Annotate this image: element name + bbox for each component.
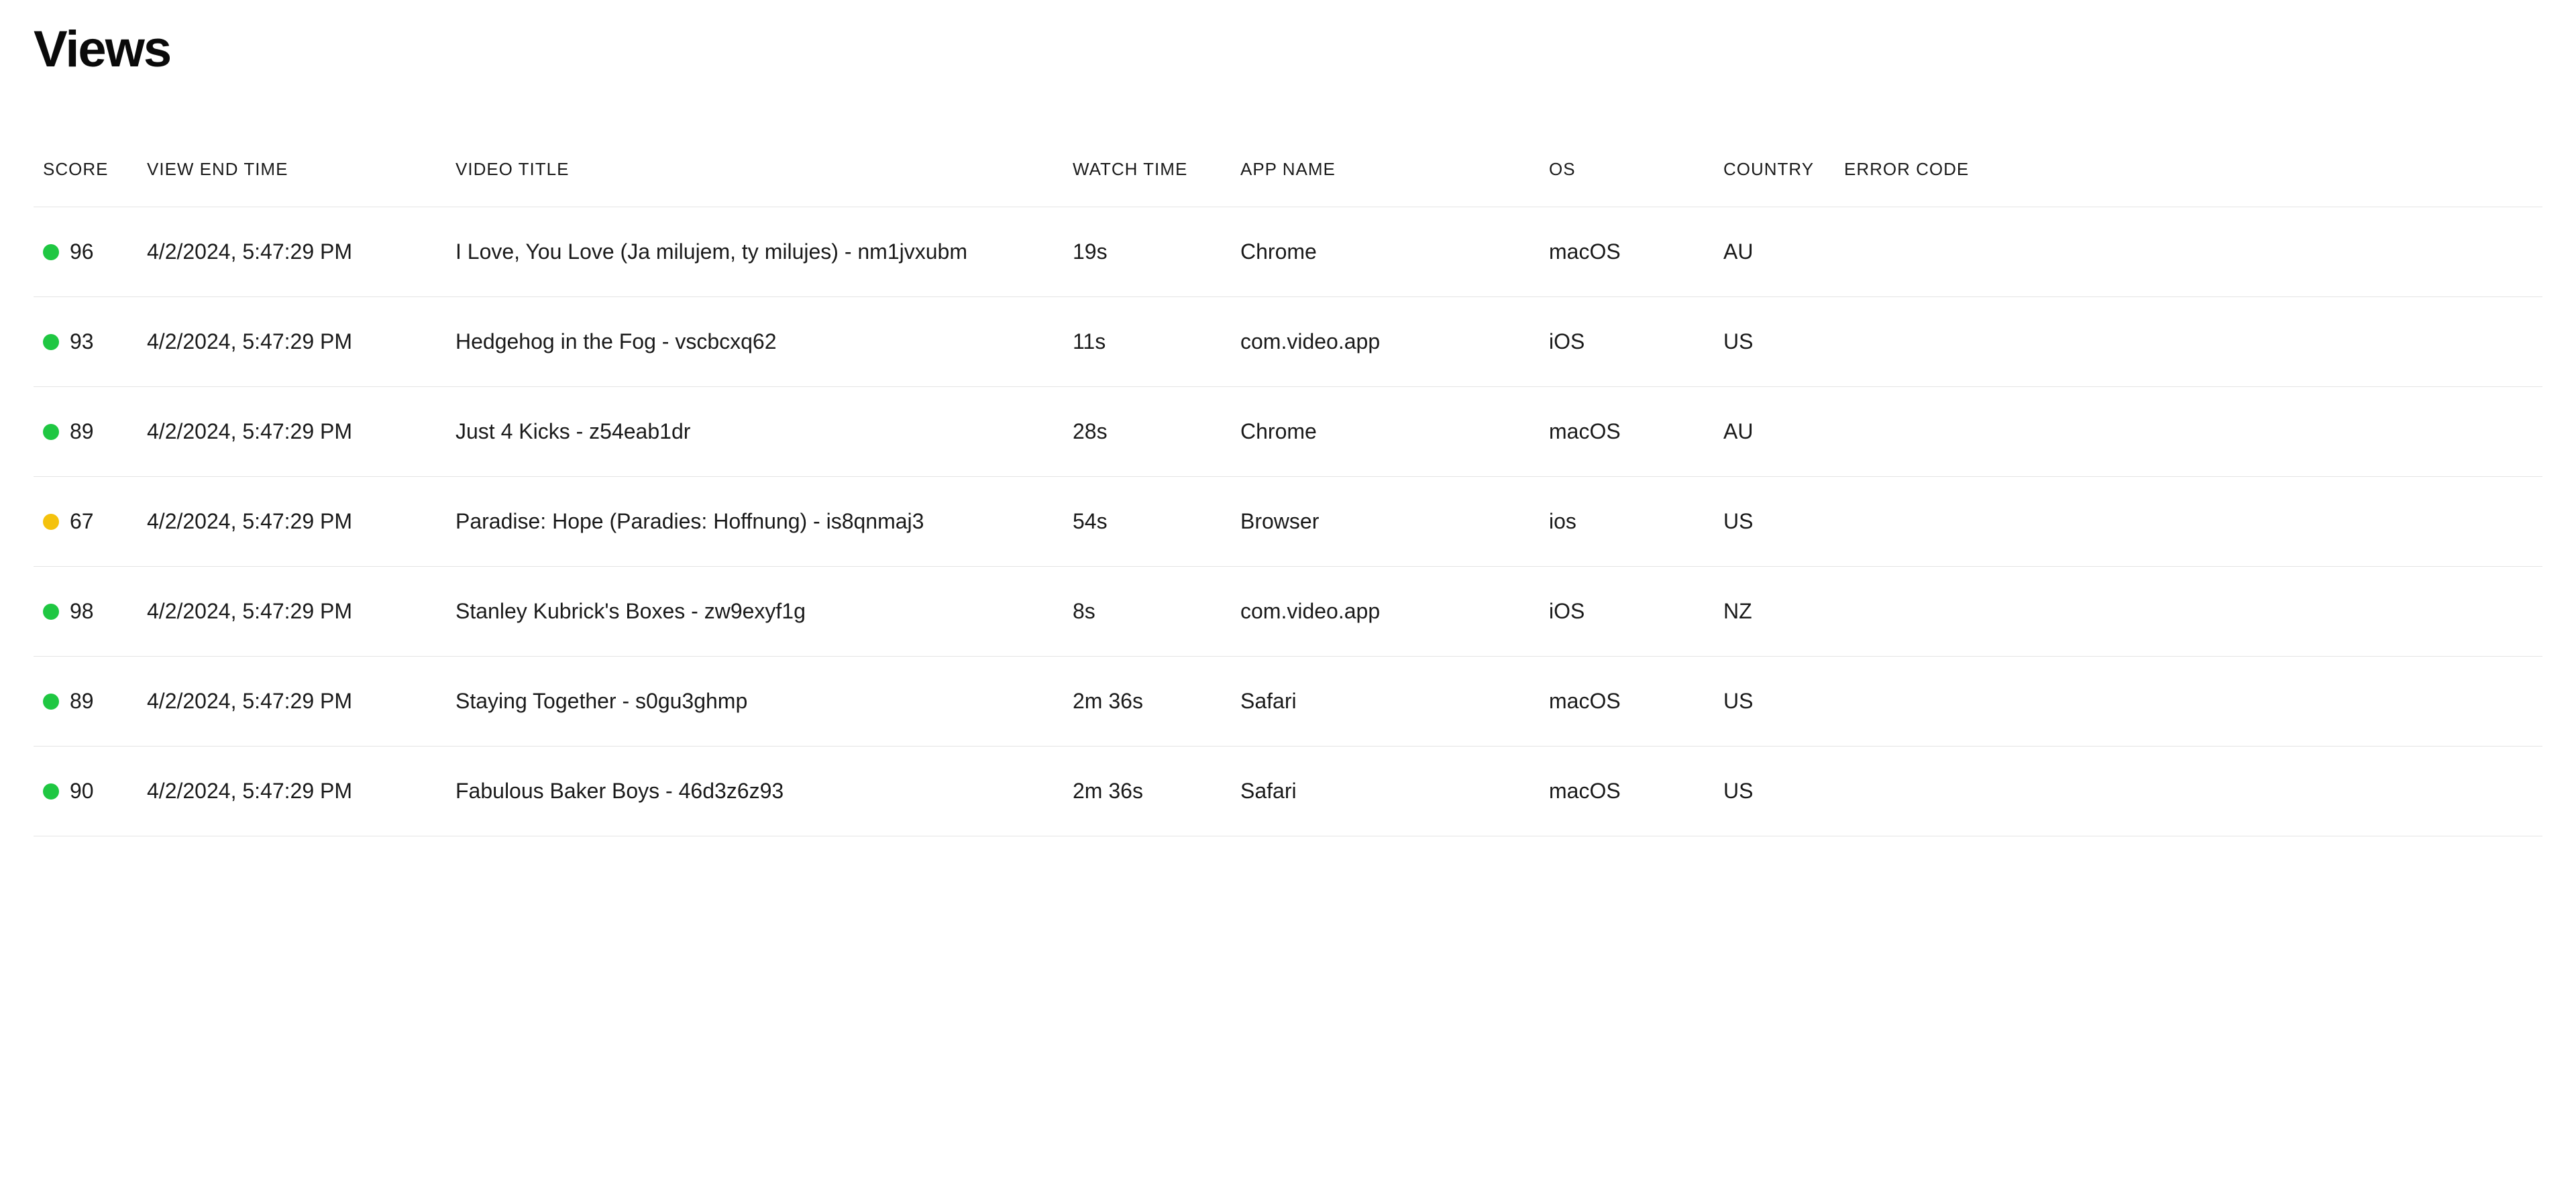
column-header-score[interactable]: SCORE [34, 159, 138, 207]
cell-score: 89 [34, 657, 138, 747]
cell-error-code [1835, 657, 2542, 747]
page-title: Views [34, 20, 2542, 78]
cell-country: AU [1714, 387, 1835, 477]
score-status-icon [43, 424, 59, 440]
score-status-icon [43, 514, 59, 530]
cell-score: 98 [34, 567, 138, 657]
cell-app-name: Chrome [1231, 207, 1540, 297]
score-value: 98 [70, 599, 94, 624]
score-status-icon [43, 694, 59, 710]
cell-app-name: Chrome [1231, 387, 1540, 477]
cell-os: macOS [1540, 387, 1714, 477]
table-row[interactable]: 89 4/2/2024, 5:47:29 PMJust 4 Kicks - z54… [34, 387, 2542, 477]
table-header-row: SCORE VIEW END TIME VIDEO TITLE WATCH TI… [34, 159, 2542, 207]
column-header-app-name[interactable]: APP NAME [1231, 159, 1540, 207]
cell-video-title: Hedgehog in the Fog - vscbcxq62 [446, 297, 1063, 387]
cell-end-time: 4/2/2024, 5:47:29 PM [138, 567, 446, 657]
cell-error-code [1835, 387, 2542, 477]
cell-country: AU [1714, 207, 1835, 297]
cell-video-title: I Love, You Love (Ja milujem, ty milujes… [446, 207, 1063, 297]
table-row[interactable]: 98 4/2/2024, 5:47:29 PMStanley Kubrick's … [34, 567, 2542, 657]
score-value: 93 [70, 329, 94, 354]
table-row[interactable]: 67 4/2/2024, 5:47:29 PMParadise: Hope (Pa… [34, 477, 2542, 567]
column-header-end-time[interactable]: VIEW END TIME [138, 159, 446, 207]
table-row[interactable]: 89 4/2/2024, 5:47:29 PMStaying Together -… [34, 657, 2542, 747]
score-status-icon [43, 334, 59, 350]
column-header-country[interactable]: COUNTRY [1714, 159, 1835, 207]
cell-watch-time: 11s [1063, 297, 1231, 387]
cell-country: US [1714, 297, 1835, 387]
cell-country: NZ [1714, 567, 1835, 657]
cell-watch-time: 19s [1063, 207, 1231, 297]
cell-app-name: com.video.app [1231, 297, 1540, 387]
cell-error-code [1835, 477, 2542, 567]
views-table: SCORE VIEW END TIME VIDEO TITLE WATCH TI… [34, 159, 2542, 836]
cell-app-name: com.video.app [1231, 567, 1540, 657]
cell-app-name: Safari [1231, 657, 1540, 747]
cell-end-time: 4/2/2024, 5:47:29 PM [138, 477, 446, 567]
cell-video-title: Fabulous Baker Boys - 46d3z6z93 [446, 747, 1063, 836]
cell-watch-time: 2m 36s [1063, 657, 1231, 747]
cell-error-code [1835, 297, 2542, 387]
cell-end-time: 4/2/2024, 5:47:29 PM [138, 207, 446, 297]
column-header-watch-time[interactable]: WATCH TIME [1063, 159, 1231, 207]
column-header-error-code[interactable]: ERROR CODE [1835, 159, 2542, 207]
score-value: 89 [70, 689, 94, 714]
column-header-video-title[interactable]: VIDEO TITLE [446, 159, 1063, 207]
cell-country: US [1714, 747, 1835, 836]
score-value: 90 [70, 779, 94, 804]
cell-video-title: Just 4 Kicks - z54eab1dr [446, 387, 1063, 477]
cell-score: 67 [34, 477, 138, 567]
cell-end-time: 4/2/2024, 5:47:29 PM [138, 297, 446, 387]
cell-os: ios [1540, 477, 1714, 567]
cell-os: macOS [1540, 207, 1714, 297]
table-row[interactable]: 93 4/2/2024, 5:47:29 PMHedgehog in the Fo… [34, 297, 2542, 387]
cell-score: 96 [34, 207, 138, 297]
table-row[interactable]: 90 4/2/2024, 5:47:29 PMFabulous Baker Boy… [34, 747, 2542, 836]
cell-video-title: Stanley Kubrick's Boxes - zw9exyf1g [446, 567, 1063, 657]
cell-watch-time: 54s [1063, 477, 1231, 567]
cell-end-time: 4/2/2024, 5:47:29 PM [138, 747, 446, 836]
cell-os: iOS [1540, 297, 1714, 387]
cell-os: macOS [1540, 747, 1714, 836]
cell-watch-time: 2m 36s [1063, 747, 1231, 836]
cell-score: 90 [34, 747, 138, 836]
score-status-icon [43, 604, 59, 620]
cell-score: 89 [34, 387, 138, 477]
cell-error-code [1835, 747, 2542, 836]
cell-end-time: 4/2/2024, 5:47:29 PM [138, 657, 446, 747]
cell-os: macOS [1540, 657, 1714, 747]
cell-country: US [1714, 657, 1835, 747]
cell-score: 93 [34, 297, 138, 387]
cell-os: iOS [1540, 567, 1714, 657]
score-value: 67 [70, 509, 94, 534]
cell-app-name: Browser [1231, 477, 1540, 567]
cell-watch-time: 28s [1063, 387, 1231, 477]
cell-video-title: Staying Together - s0gu3ghmp [446, 657, 1063, 747]
cell-error-code [1835, 567, 2542, 657]
cell-app-name: Safari [1231, 747, 1540, 836]
cell-error-code [1835, 207, 2542, 297]
column-header-os[interactable]: OS [1540, 159, 1714, 207]
table-row[interactable]: 96 4/2/2024, 5:47:29 PMI Love, You Love (… [34, 207, 2542, 297]
cell-country: US [1714, 477, 1835, 567]
score-status-icon [43, 244, 59, 260]
score-value: 89 [70, 419, 94, 444]
score-status-icon [43, 783, 59, 800]
cell-watch-time: 8s [1063, 567, 1231, 657]
cell-video-title: Paradise: Hope (Paradies: Hoffnung) - is… [446, 477, 1063, 567]
score-value: 96 [70, 239, 94, 264]
cell-end-time: 4/2/2024, 5:47:29 PM [138, 387, 446, 477]
